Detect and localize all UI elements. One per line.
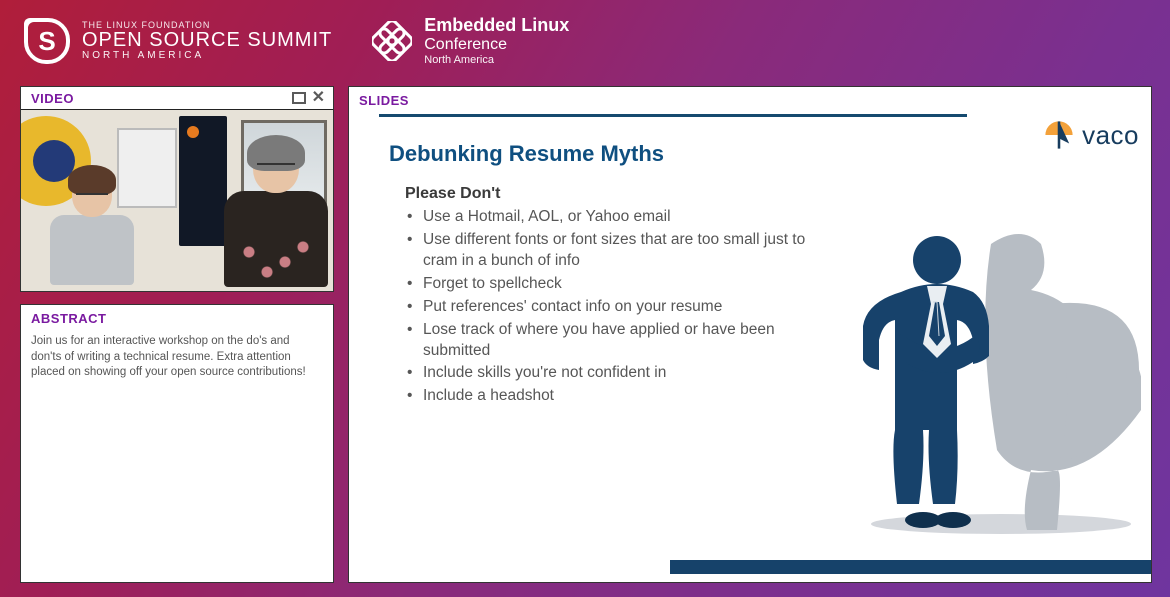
slide-divider	[379, 114, 967, 117]
video-label: VIDEO	[31, 91, 74, 106]
content-area: VIDEO ✕	[20, 86, 1152, 583]
abstract-text: Join us for an interactive workshop on t…	[21, 330, 333, 391]
elc-title-line1: Embedded Linux	[424, 16, 569, 36]
abstract-panel: ABSTRACT Join us for an interactive work…	[20, 304, 334, 583]
oss-logo-icon: S	[24, 18, 70, 64]
video-player[interactable]	[21, 110, 333, 291]
presenter-2	[221, 141, 331, 291]
right-column: SLIDES vaco	[348, 86, 1152, 583]
slide-footer-bar	[670, 560, 1151, 574]
vaco-brand-text: vaco	[1082, 120, 1139, 151]
slide-title: Debunking Resume Myths	[389, 141, 1133, 167]
maximize-icon[interactable]	[292, 92, 306, 104]
elc-title-line2: Conference	[424, 36, 569, 54]
vaco-logo: vaco	[1042, 118, 1139, 152]
slides-panel: SLIDES vaco	[348, 86, 1152, 583]
close-icon[interactable]: ✕	[310, 90, 327, 106]
hero-silhouette-graphic	[841, 214, 1141, 534]
oss-title: OPEN SOURCE SUMMIT	[82, 30, 332, 51]
app-root: S THE LINUX FOUNDATION OPEN SOURCE SUMMI…	[0, 0, 1170, 597]
elc-logo-icon	[372, 21, 412, 61]
slide-bullet-list: Use a Hotmail, AOL, or Yahoo email Use d…	[405, 207, 835, 407]
video-titlebar: VIDEO ✕	[21, 87, 333, 110]
oss-logo-group: S THE LINUX FOUNDATION OPEN SOURCE SUMMI…	[24, 18, 332, 64]
slide-subheading: Please Don't	[405, 185, 1133, 203]
slide-bullet: Put references' contact info on your res…	[405, 297, 835, 318]
slide-content[interactable]: vaco Debunking Resume Myths Please Don't…	[349, 108, 1151, 560]
slides-label: SLIDES	[349, 87, 1151, 108]
slide-bullet: Use different fonts or font sizes that a…	[405, 230, 835, 272]
left-column: VIDEO ✕	[20, 86, 334, 583]
presenter-1	[47, 171, 137, 291]
slide-bullet: Forget to spellcheck	[405, 274, 835, 295]
event-header: S THE LINUX FOUNDATION OPEN SOURCE SUMMI…	[0, 0, 1170, 78]
abstract-label: ABSTRACT	[21, 305, 333, 330]
oss-tagline: THE LINUX FOUNDATION	[82, 21, 332, 30]
video-panel: VIDEO ✕	[20, 86, 334, 292]
slide-bullet: Include skills you're not confident in	[405, 363, 835, 384]
slide-bullet: Include a headshot	[405, 386, 835, 407]
elc-region: North America	[424, 54, 569, 66]
elc-logo-group: Embedded Linux Conference North America	[372, 16, 569, 65]
oss-region: NORTH AMERICA	[82, 51, 332, 62]
slide-bullet: Use a Hotmail, AOL, or Yahoo email	[405, 207, 835, 228]
vaco-logo-icon	[1042, 118, 1076, 152]
slide-bullet: Lose track of where you have applied or …	[405, 320, 835, 362]
